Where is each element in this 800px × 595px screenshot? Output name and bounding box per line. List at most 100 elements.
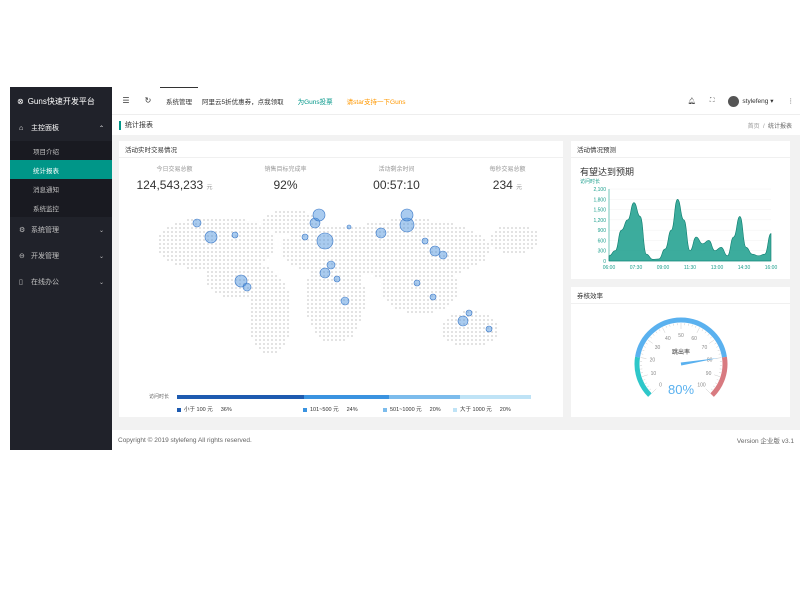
fullscreen-icon[interactable]: ⛶ bbox=[710, 97, 715, 105]
x-tick-label: 06:00 bbox=[603, 265, 616, 271]
username: stylefeng bbox=[742, 97, 769, 105]
gauge-tick-label: 20 bbox=[650, 357, 656, 363]
menu-dev[interactable]: ⊖ 开发管理 ⌄ bbox=[10, 243, 112, 269]
map-bubble bbox=[333, 275, 341, 283]
map-bubble bbox=[413, 279, 421, 287]
more-icon[interactable]: ⋮ bbox=[788, 97, 795, 105]
efficiency-gauge: 010 20 30 40 50 60 70 80 90100 跳出率 80% bbox=[634, 317, 728, 397]
gauge-tick bbox=[704, 331, 707, 334]
page-title: 统计报表 bbox=[125, 122, 153, 129]
gear-icon: ⚙ bbox=[19, 227, 26, 234]
gauge-tick bbox=[715, 382, 718, 384]
map-bubble bbox=[316, 232, 334, 250]
legend-segment bbox=[460, 395, 531, 399]
y-tick-label: 2,100 bbox=[593, 187, 606, 193]
map-dots bbox=[159, 211, 537, 353]
map-bubble bbox=[340, 296, 350, 306]
minus-circle-icon: ⊖ bbox=[19, 253, 25, 260]
legend-item[interactable]: 501~1000 元 20% bbox=[383, 405, 441, 413]
gauge-tick-label: 100 bbox=[697, 383, 706, 389]
realtime-card: 活动实时交易情况 今日交易总额 124,543,233 元 销售目标完成率 92… bbox=[119, 141, 563, 417]
header-link-star[interactable]: 请star支持一下Guns bbox=[347, 96, 406, 106]
legend-item-label: 大于 1000 元 bbox=[460, 407, 492, 413]
user-menu[interactable]: stylefeng ▾ bbox=[728, 95, 774, 107]
x-tick-label: 13:00 bbox=[711, 265, 724, 271]
gauge-tick bbox=[713, 385, 716, 388]
menu-office[interactable]: ▯ 在线办公 ⌄ bbox=[10, 269, 112, 295]
legend-item[interactable]: 101~500 元 24% bbox=[303, 405, 358, 413]
submenu-item-monitor[interactable]: 系统监控 bbox=[10, 198, 112, 217]
menu-dashboard[interactable]: ⌂ 主控面板 ⌃ bbox=[10, 115, 112, 141]
gauge-tick bbox=[641, 374, 648, 377]
gauge-card: 券核效率 0 10 20 30 40 50 60 70 80 90 100 跳出率 80% bbox=[571, 287, 790, 417]
breadcrumb: 首页 / 统计报表 bbox=[748, 121, 792, 130]
header-right: 🔔︎ ⛶ stylefeng ▾ ⋮ bbox=[674, 87, 794, 115]
gauge-tick bbox=[665, 325, 667, 328]
legend-swatch bbox=[177, 407, 181, 412]
top-header: ☰ ↻ 系统管理 阿里云5折优惠券，点我领取 为Guns投票 请star支持一下… bbox=[112, 86, 800, 115]
home-icon: ⌂ bbox=[19, 124, 24, 132]
stat-unit: 元 bbox=[206, 185, 213, 191]
gauge-tick bbox=[710, 388, 713, 391]
x-tick-label: 16:00 bbox=[765, 265, 778, 271]
submenu-item-notify[interactable]: 消息通知 bbox=[10, 179, 112, 198]
header-link-coupon[interactable]: 阿里云5折优惠券，点我领取 bbox=[202, 96, 284, 106]
map-bubble bbox=[485, 325, 493, 333]
y-tick-label: 300 bbox=[598, 249, 607, 255]
stat-value: 124,543,233 元 bbox=[120, 178, 230, 192]
stat-label: 今日交易总额 bbox=[156, 167, 193, 173]
y-tick-label: 1,800 bbox=[593, 197, 606, 203]
legend-item[interactable]: 小于 100 元 36% bbox=[177, 405, 232, 413]
version: Version 企业版 v3.1 bbox=[736, 438, 794, 445]
gauge-value: 80% bbox=[668, 382, 694, 397]
refresh-icon[interactable]: ↻ bbox=[140, 96, 156, 105]
menu-toggle-icon[interactable]: ☰ bbox=[118, 96, 134, 105]
stat-value: 92% bbox=[231, 178, 341, 192]
gauge-tick bbox=[701, 329, 704, 332]
gauge-tick-label: 70 bbox=[702, 345, 708, 351]
gauge-needle bbox=[680, 358, 719, 366]
stat-number: 00:57:10 bbox=[373, 178, 420, 192]
forecast-headline: 有望达到预期 bbox=[580, 167, 635, 177]
gauge-tick bbox=[716, 346, 719, 348]
legend-segment bbox=[177, 395, 305, 399]
logo[interactable]: ⊗ Guns快速开发平台 bbox=[10, 87, 112, 115]
stat-value: 234 元 bbox=[453, 178, 563, 192]
forecast-area-chart: 2,1001,8001,5001,200900600300006:00 07:30… bbox=[593, 187, 778, 271]
stat-unit: 元 bbox=[516, 185, 523, 191]
submenu-item-report[interactable]: 统计报表 bbox=[10, 160, 112, 179]
map-bubble bbox=[301, 233, 309, 241]
map-bubble bbox=[421, 237, 429, 245]
legend-swatch bbox=[383, 407, 387, 412]
y-tick-label: 600 bbox=[598, 238, 607, 244]
gauge-tick-label: 40 bbox=[665, 336, 671, 342]
map-bubble bbox=[231, 231, 239, 239]
stat-number: 92% bbox=[273, 178, 298, 192]
breadcrumb-home[interactable]: 首页 bbox=[748, 124, 760, 130]
gauge-tick bbox=[652, 333, 655, 336]
legend-item[interactable]: 大于 1000 元 20% bbox=[453, 405, 511, 413]
submenu-item-intro[interactable]: 项目介绍 bbox=[10, 141, 112, 160]
gauge-tick-label: 30 bbox=[655, 345, 661, 351]
header-link-system[interactable]: 系统管理 bbox=[160, 86, 198, 106]
legend-item-label: 小于 100 元 bbox=[184, 407, 213, 413]
forecast-card: 活动情况预测 有望达到预期 访问时长 2,100 1,800 1,500 1,200 9… bbox=[571, 141, 790, 279]
chevron-down-icon: ⌄ bbox=[98, 227, 104, 234]
gauge-label: 跳出率 bbox=[672, 348, 690, 356]
map-bubble bbox=[438, 250, 448, 260]
header-link-vote[interactable]: 为Guns投票 bbox=[298, 96, 333, 106]
stat-label: 销售目标完成率 bbox=[264, 167, 307, 173]
stats-row: 今日交易总额 124,543,233 元 销售目标完成率 92% 活动剩余时间 … bbox=[119, 158, 563, 192]
x-tick-label: 07:30 bbox=[630, 265, 643, 271]
gauge-tick bbox=[645, 342, 648, 345]
copyright: Copyright © 2019 stylefeng All rights re… bbox=[118, 436, 252, 444]
menu-dev-label: 开发管理 bbox=[31, 253, 59, 260]
menu-system[interactable]: ⚙ 系统管理 ⌄ bbox=[10, 217, 112, 243]
map-bubble bbox=[429, 245, 441, 257]
map-bubble bbox=[465, 309, 473, 317]
gauge-tick bbox=[695, 325, 697, 328]
stat-number: 234 bbox=[492, 178, 513, 192]
bell-icon[interactable]: 🔔︎ bbox=[688, 97, 696, 105]
gauge-tick bbox=[644, 382, 647, 384]
gauge-tick bbox=[658, 329, 661, 332]
